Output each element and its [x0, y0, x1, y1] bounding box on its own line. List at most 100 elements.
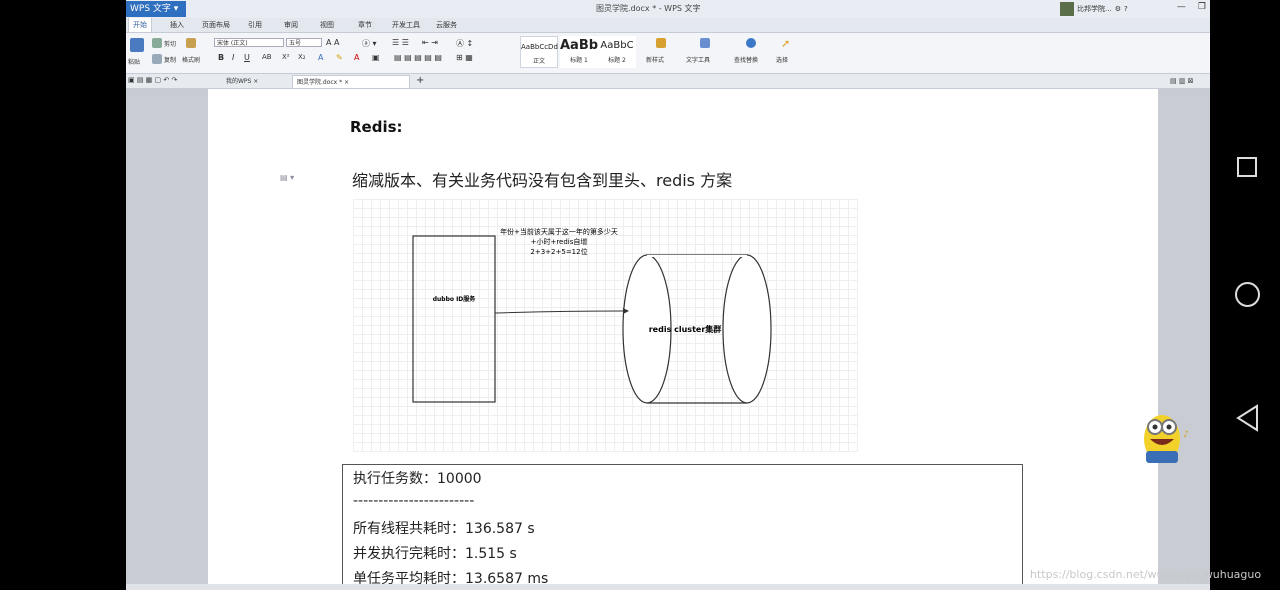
doc-paragraph: 缩减版本、有关业务代码没有包含到里头、redis 方案	[352, 171, 733, 190]
format-painter-label[interactable]: 格式刷	[182, 55, 200, 64]
wps-window: WPS 文字 ▾ 图灵学院.docx * - WPS 文字 比邦学院... ⚙ …	[126, 0, 1210, 590]
result-task-count: 执行任务数：10000	[353, 471, 482, 487]
result-concurrent-time: 并发执行完耗时：1.515 s	[353, 546, 517, 562]
tab-document[interactable]: 图灵学院.docx * ×	[292, 75, 410, 88]
chinese-layout-icon[interactable]: Ⓐ ↕	[456, 38, 473, 49]
document-page[interactable]: Redis: ▤ ▾ 缩减版本、有关业务代码没有包含到里头、redis 方案 d…	[208, 89, 1158, 590]
highlight-icon[interactable]: ✎	[336, 53, 343, 62]
cylinder-front	[722, 254, 772, 404]
text-tools-icon[interactable]	[700, 38, 710, 48]
annotation-line-1: 年份+当前该天属于这一年的第多少天	[500, 227, 618, 236]
app-menu-button[interactable]: WPS 文字 ▾	[126, 1, 186, 17]
menu-insert[interactable]: 插入	[170, 20, 184, 30]
superscript-icon[interactable]: X²	[282, 53, 290, 61]
tab-my-wps[interactable]: 我的WPS ×	[222, 75, 262, 88]
user-area[interactable]: 比邦学院... ⚙ ?	[1060, 1, 1128, 17]
window-controls: — ❐	[1177, 2, 1206, 12]
panel-icons[interactable]: ▤ ▥ ⊠	[1170, 77, 1194, 85]
bold-icon[interactable]: B	[218, 53, 224, 62]
restore-icon[interactable]: ❐	[1198, 2, 1206, 12]
new-style-label[interactable]: 新样式	[646, 55, 664, 64]
add-tab-icon[interactable]: +	[416, 75, 424, 86]
style-normal[interactable]: AaBbCcDd 正文	[520, 36, 558, 68]
new-style-icon[interactable]	[656, 38, 666, 48]
user-name: 比邦学院...	[1077, 5, 1112, 13]
connector-arrow	[494, 310, 624, 314]
svg-text:♪: ♪	[1183, 430, 1189, 440]
status-bar	[126, 584, 1210, 590]
menu-view[interactable]: 视图	[320, 20, 334, 30]
align-icons[interactable]: ▤ ▤ ▤ ▤ ▤	[394, 53, 442, 62]
right-panel: ▤ ▥ ⊠	[1158, 77, 1210, 590]
subscript-icon[interactable]: X₂	[298, 53, 306, 61]
quick-access-icons[interactable]: ▣ ▤ ▦ ▢ ↶ ↷	[128, 76, 177, 84]
italic-icon[interactable]: I	[232, 53, 234, 62]
architecture-diagram: dubbo ID服务 redis cluster集群 年份+当前该天属于这一年的…	[353, 199, 858, 452]
tab-document-label: 图灵学院.docx *	[297, 79, 343, 86]
menu-references[interactable]: 引用	[248, 20, 262, 30]
minimize-icon[interactable]: —	[1177, 2, 1186, 12]
cluster-label: redis cluster集群	[649, 324, 722, 334]
grow-font-icon[interactable]: A A	[326, 38, 340, 47]
style-normal-caption: 正文	[532, 58, 545, 65]
change-case-icon[interactable]: ⓐ ▾	[362, 38, 377, 49]
menu-cloud[interactable]: 云服务	[436, 20, 457, 30]
recent-apps-button[interactable]	[1237, 157, 1257, 177]
paste-icon[interactable]	[130, 38, 144, 52]
text-effect-icon[interactable]: A	[318, 53, 323, 62]
cut-label[interactable]: 剪切	[164, 39, 176, 48]
style-heading1[interactable]: AaBb 标题 1	[560, 36, 598, 68]
copy-icon[interactable]	[152, 54, 162, 64]
assistant-mascot-icon[interactable]: ♪	[1140, 407, 1192, 465]
find-replace-icon[interactable]	[746, 38, 756, 48]
app-name: WPS 文字	[130, 4, 171, 14]
style-heading2[interactable]: AaBbC 标题 2	[598, 36, 636, 68]
strikethrough-icon[interactable]: AB	[262, 53, 272, 61]
bullets-icon[interactable]: ☰ ☰	[392, 38, 409, 47]
watermark: https://blog.csdn.net/wuhuagu_wuhuaguo	[1030, 568, 1262, 581]
menu-bar: 开始 插入 页面布局 引用 审阅 视图 章节 开发工具 云服务	[126, 18, 1210, 33]
tab-bar: ▣ ▤ ▦ ▢ ↶ ↷ 我的WPS × 图灵学院.docx * × +	[126, 74, 1210, 89]
left-letterbox	[0, 0, 126, 590]
font-size-select[interactable]: 五号	[286, 38, 322, 47]
shading-icon[interactable]: ▣	[372, 53, 380, 62]
menu-chapter[interactable]: 章节	[358, 20, 372, 30]
diagram-svg: dubbo ID服务 redis cluster集群 年份+当前该天属于这一年的…	[412, 227, 772, 404]
result-total-time: 所有线程共耗时：136.587 s	[353, 521, 535, 537]
copy-label[interactable]: 复制	[164, 55, 176, 64]
back-button[interactable]	[1236, 404, 1260, 432]
select-label[interactable]: 选择	[776, 55, 788, 64]
dubbo-service-box	[412, 235, 496, 403]
underline-icon[interactable]: U	[244, 53, 250, 62]
menu-review[interactable]: 审阅	[284, 20, 298, 30]
select-cursor-icon[interactable]: ➚	[781, 37, 790, 50]
style-heading2-caption: 标题 2	[608, 57, 626, 64]
format-painter-icon[interactable]	[186, 38, 196, 48]
menu-developer[interactable]: 开发工具	[392, 20, 420, 30]
style-heading1-caption: 标题 1	[570, 57, 588, 64]
title-bar: WPS 文字 ▾ 图灵学院.docx * - WPS 文字 比邦学院... ⚙ …	[126, 0, 1210, 18]
annotation-line-3: 2+3+2+5=12位	[530, 247, 587, 256]
style-normal-sample: AaBbCcDd	[521, 43, 558, 51]
ribbon-toolbar: 粘贴 剪切 复制 格式刷 宋体 (正文) 五号 A A ⓐ ▾ B I U AB…	[126, 33, 1210, 74]
skin-icon[interactable]: ⚙	[1115, 5, 1121, 13]
menu-page-layout[interactable]: 页面布局	[202, 20, 230, 30]
annotation-line-2: +小时+redis自增	[531, 237, 588, 246]
results-box: 执行任务数：10000 ------------------------ 所有线…	[342, 464, 1023, 590]
help-icon[interactable]: ?	[1124, 5, 1128, 13]
find-replace-label[interactable]: 查找替换	[734, 55, 758, 64]
paste-label[interactable]: 粘贴	[128, 57, 140, 66]
paragraph-marker-icon[interactable]: ▤ ▾	[280, 173, 294, 182]
border-icons[interactable]: ⊞ ▦	[456, 53, 473, 62]
style-heading1-sample: AaBb	[560, 38, 599, 53]
home-button[interactable]	[1235, 282, 1260, 307]
font-color-icon[interactable]: A	[354, 53, 359, 62]
font-name-select[interactable]: 宋体 (正文)	[214, 38, 284, 47]
cut-icon[interactable]	[152, 38, 162, 48]
window-title: 图灵学院.docx * - WPS 文字	[596, 4, 701, 13]
indent-icon[interactable]: ⇤ ⇥	[422, 38, 438, 47]
cylinder-mask	[647, 255, 747, 257]
avatar	[1060, 2, 1074, 16]
text-tools-label[interactable]: 文字工具	[686, 55, 710, 64]
menu-home[interactable]: 开始	[128, 18, 152, 32]
